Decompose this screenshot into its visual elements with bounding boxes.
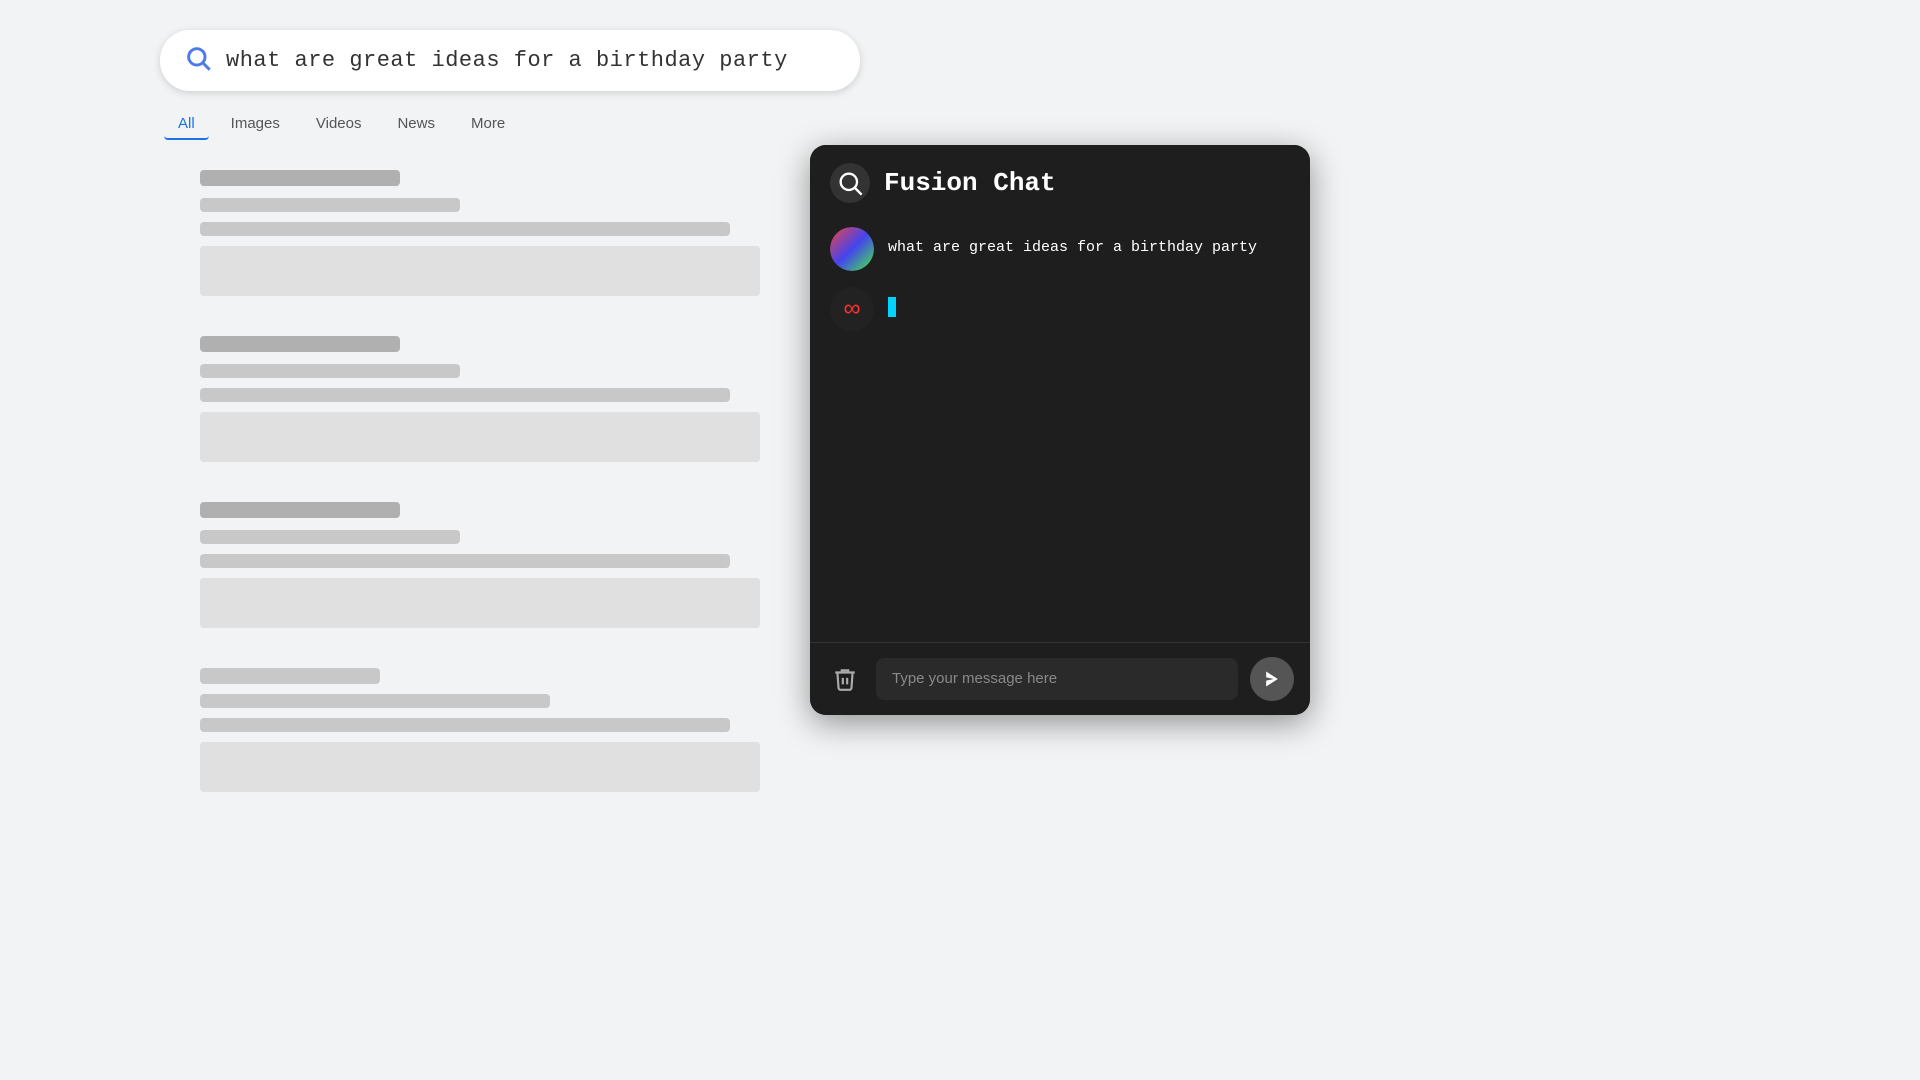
- skeleton-block: [200, 246, 760, 296]
- result-block: [200, 502, 790, 628]
- tab-videos[interactable]: Videos: [302, 109, 376, 140]
- chat-header: Fusion Chat: [810, 145, 1310, 217]
- send-button[interactable]: [1250, 657, 1294, 701]
- skeleton-line: [200, 718, 730, 732]
- search-area: what are great ideas for a birthday part…: [160, 30, 860, 140]
- ai-avatar: ∞: [830, 287, 874, 331]
- chat-footer: Type your message here: [810, 642, 1310, 715]
- tab-news[interactable]: News: [383, 109, 449, 140]
- message-placeholder: Type your message here: [892, 670, 1057, 687]
- skeleton-line: [200, 222, 730, 236]
- skeleton-title: [200, 170, 400, 186]
- fusion-chat-icon: [830, 163, 870, 203]
- chat-messages: what are great ideas for a birthday part…: [810, 217, 1310, 642]
- search-query-text: what are great ideas for a birthday part…: [226, 48, 788, 73]
- fusion-chat-panel: Fusion Chat what are great ideas for a b…: [810, 145, 1310, 715]
- result-block: [200, 170, 790, 296]
- nav-tabs: All Images Videos News More: [160, 109, 860, 140]
- skeleton-block: [200, 578, 760, 628]
- search-results: [200, 170, 790, 832]
- user-message-text: what are great ideas for a birthday part…: [888, 227, 1257, 260]
- skeleton-title: [200, 668, 380, 684]
- clear-chat-button[interactable]: [826, 660, 864, 698]
- skeleton-line: [200, 198, 460, 212]
- search-icon: [184, 44, 212, 77]
- skeleton-line: [200, 364, 460, 378]
- tab-more[interactable]: More: [457, 109, 519, 140]
- tab-images[interactable]: Images: [217, 109, 294, 140]
- message-input[interactable]: Type your message here: [876, 658, 1238, 700]
- search-bar[interactable]: what are great ideas for a birthday part…: [160, 30, 860, 91]
- skeleton-title: [200, 336, 400, 352]
- result-block: [200, 336, 790, 462]
- ai-message: ∞: [830, 287, 1290, 331]
- skeleton-line: [200, 530, 460, 544]
- user-message: what are great ideas for a birthday part…: [830, 227, 1290, 271]
- user-avatar: [830, 227, 874, 271]
- typing-cursor: [888, 297, 896, 317]
- tab-all[interactable]: All: [164, 109, 209, 140]
- ai-message-text: [888, 287, 896, 320]
- chat-title: Fusion Chat: [884, 168, 1056, 198]
- skeleton-block: [200, 742, 760, 792]
- infinity-icon: ∞: [843, 297, 860, 321]
- skeleton-title: [200, 502, 400, 518]
- skeleton-line: [200, 388, 730, 402]
- result-block: [200, 668, 790, 792]
- skeleton-block: [200, 412, 760, 462]
- skeleton-line: [200, 694, 550, 708]
- skeleton-line: [200, 554, 730, 568]
